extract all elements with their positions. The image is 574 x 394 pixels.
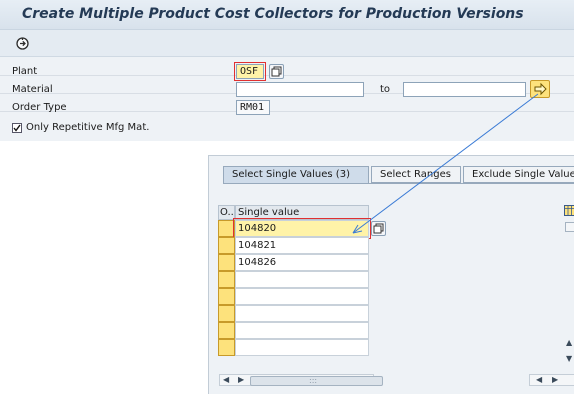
copy-icon — [271, 66, 282, 77]
row-divider — [0, 111, 574, 112]
multiple-selection-button[interactable] — [269, 64, 284, 79]
column-header-single-value[interactable]: Single value — [235, 205, 369, 220]
table-row[interactable]: 104820 — [233, 218, 371, 239]
row-selector[interactable] — [218, 305, 235, 322]
copy-icon — [373, 223, 384, 234]
tab-select-single-values[interactable]: Select Single Values (3) — [223, 166, 369, 184]
table-row[interactable] — [235, 305, 369, 322]
to-label: to — [380, 84, 391, 95]
row-selector[interactable] — [218, 322, 235, 339]
order-type-field[interactable]: RM01 — [236, 100, 270, 115]
table-row[interactable] — [235, 322, 369, 339]
scroll-right-icon[interactable]: ▶ — [238, 375, 244, 385]
tab-divider — [223, 183, 574, 184]
column-header-option[interactable]: O.. — [218, 205, 235, 220]
table-row[interactable]: 104821 — [235, 237, 369, 254]
table-row[interactable] — [235, 271, 369, 288]
only-repetitive-label: Only Repetitive Mfg Mat. — [26, 122, 150, 133]
order-type-label: Order Type — [12, 102, 67, 113]
tab-select-ranges[interactable]: Select Ranges — [371, 166, 461, 183]
scroll-left-icon[interactable]: ◀ — [223, 375, 229, 385]
row-divider — [0, 75, 574, 76]
toolbar — [0, 30, 574, 57]
material-to-field[interactable] — [403, 82, 526, 97]
tab-exclude-single-values[interactable]: Exclude Single Values — [463, 166, 574, 183]
row-selector[interactable] — [218, 254, 235, 271]
horizontal-scrollbar[interactable]: ◀ ▶ ::: — [219, 374, 383, 386]
arrow-right-icon — [534, 82, 547, 96]
row-selector[interactable] — [218, 288, 235, 305]
checkmark-icon — [13, 124, 21, 132]
multiple-selection-arrow-button[interactable] — [530, 80, 550, 98]
row-selector[interactable] — [218, 271, 235, 288]
scroll-left-icon[interactable]: ◀ — [536, 375, 542, 385]
table-row[interactable] — [235, 339, 369, 356]
title-bar: Create Multiple Product Cost Collectors … — [0, 0, 574, 30]
scrollbar-thumb[interactable]: ::: — [250, 376, 383, 386]
plant-label: Plant — [12, 66, 38, 77]
selection-screen: Plant OSF Material to Order Type RM01 On… — [0, 57, 574, 141]
plant-field[interactable]: OSF — [234, 62, 266, 81]
row-selector[interactable] — [218, 237, 235, 254]
scroll-right-icon[interactable]: ▶ — [552, 375, 558, 385]
execute-icon[interactable] — [16, 37, 29, 50]
table-row[interactable] — [235, 288, 369, 305]
only-repetitive-checkbox[interactable] — [12, 123, 22, 133]
right-horizontal-scrollbar[interactable]: ◀ ▶ — [529, 374, 574, 386]
material-label: Material — [12, 84, 53, 95]
scroll-down-icon[interactable]: ▼ — [566, 354, 572, 364]
multiple-selection-button[interactable] — [371, 221, 386, 236]
row-selector[interactable] — [218, 220, 235, 237]
scroll-up-icon[interactable]: ▲ — [566, 338, 572, 348]
grip-icon: ::: — [309, 376, 318, 385]
page-title: Create Multiple Product Cost Collectors … — [22, 6, 524, 22]
select-all-box[interactable] — [565, 222, 574, 232]
table-settings-icon[interactable] — [564, 205, 574, 216]
multiple-selection-dialog: Select Single Values (3) Select Ranges E… — [208, 155, 574, 394]
row-selector[interactable] — [218, 339, 235, 356]
table-row[interactable]: 104826 — [235, 254, 369, 271]
material-from-field[interactable] — [236, 82, 364, 97]
